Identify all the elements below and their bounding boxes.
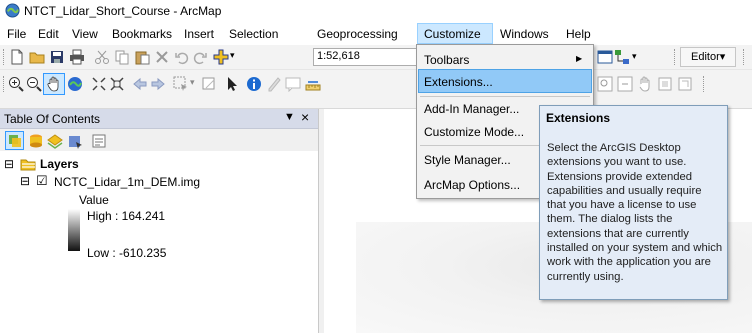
print-icon[interactable] — [69, 49, 85, 65]
zoom-in-icon[interactable] — [8, 76, 24, 92]
list-by-visibility-icon[interactable] — [47, 133, 63, 149]
select-features-icon[interactable] — [173, 76, 189, 92]
toc-close-button[interactable]: × — [301, 109, 309, 125]
menu-item-extensions[interactable]: Extensions... — [424, 75, 493, 89]
layout-zoom-100-icon[interactable] — [677, 76, 693, 92]
add-data-dropdown-icon[interactable]: ▾ — [230, 50, 235, 61]
toolbar-grip[interactable] — [3, 49, 6, 65]
toolbar-overflow-icon[interactable]: ▾ — [632, 51, 637, 62]
layers-group-label[interactable]: Layers — [40, 157, 79, 171]
menu-help[interactable]: Help — [566, 27, 591, 41]
save-icon[interactable] — [49, 49, 65, 65]
list-by-source-icon[interactable] — [28, 133, 44, 149]
forward-extent-icon[interactable] — [150, 76, 166, 92]
add-data-icon[interactable] — [213, 49, 229, 65]
layer-expander-icon[interactable]: ⊟ — [20, 174, 30, 188]
list-by-selection-icon[interactable] — [67, 133, 83, 149]
layer-name[interactable]: NCTC_Lidar_1m_DEM.img — [54, 175, 200, 189]
paste-icon[interactable] — [134, 49, 150, 65]
toolbar-grip[interactable] — [743, 49, 746, 65]
legend-low-label: Low : -610.235 — [87, 246, 167, 260]
select-elements-icon[interactable] — [225, 76, 241, 92]
tooltip-description: Select the ArcGIS Desktop extensions you… — [547, 142, 723, 283]
hyperlink-icon[interactable] — [266, 76, 282, 92]
menu-edit[interactable]: Edit — [38, 27, 59, 41]
menu-customize[interactable]: Customize — [424, 27, 481, 41]
layout-pan-icon[interactable] — [637, 76, 653, 92]
pan-hand-icon[interactable] — [46, 76, 62, 92]
redo-icon[interactable] — [192, 49, 208, 65]
toolbar-grip[interactable] — [674, 49, 677, 65]
clear-selection-icon[interactable] — [201, 76, 217, 92]
legend-high-label: High : 164.241 — [87, 209, 166, 223]
menu-selection[interactable]: Selection — [229, 27, 278, 41]
layout-whole-page-icon[interactable] — [657, 76, 673, 92]
toc-title: Table Of Contents — [4, 112, 101, 126]
identify-icon[interactable] — [246, 76, 262, 92]
copy-icon[interactable] — [114, 49, 130, 65]
undo-icon[interactable] — [174, 49, 190, 65]
new-document-icon[interactable] — [9, 49, 25, 65]
tooltip-title: Extensions — [546, 111, 611, 125]
map-scale-value: 1:52,618 — [317, 50, 360, 62]
layout-zoom-in-icon[interactable] — [597, 76, 613, 92]
menu-item-arcmap-options[interactable]: ArcMap Options... — [424, 178, 520, 192]
elevation-color-ramp — [68, 209, 80, 251]
open-folder-icon[interactable] — [29, 49, 45, 65]
legend-value-label: Value — [79, 193, 109, 207]
menu-file[interactable]: File — [7, 27, 26, 41]
menu-windows[interactable]: Windows — [500, 27, 549, 41]
menu-item-customize-mode[interactable]: Customize Mode... — [424, 125, 524, 139]
submenu-arrow-icon: ▶ — [576, 54, 583, 63]
arcmap-app-icon — [5, 3, 20, 18]
toolbar-grip[interactable] — [3, 76, 6, 92]
layers-expander-icon[interactable]: ⊟ — [4, 157, 14, 171]
menu-view[interactable]: View — [72, 27, 98, 41]
model-builder-icon[interactable] — [614, 49, 630, 65]
layout-zoom-out-icon[interactable] — [617, 76, 633, 92]
window-icon[interactable] — [597, 49, 613, 65]
menu-bookmarks[interactable]: Bookmarks — [112, 27, 172, 41]
back-extent-icon[interactable] — [132, 76, 148, 92]
menu-separator — [420, 96, 590, 97]
fixed-zoom-out-icon[interactable] — [109, 76, 125, 92]
list-by-drawing-order-icon — [9, 135, 21, 147]
fixed-zoom-in-icon[interactable] — [91, 76, 107, 92]
layers-folder-icon — [20, 159, 36, 171]
delete-icon[interactable] — [154, 49, 170, 65]
toc-options-icon[interactable] — [91, 133, 107, 149]
cut-icon[interactable] — [94, 49, 110, 65]
editor-label: Editor▾ — [691, 51, 726, 63]
menu-insert[interactable]: Insert — [184, 27, 214, 41]
measure-icon[interactable] — [305, 76, 321, 92]
menu-geoprocessing[interactable]: Geoprocessing — [317, 27, 398, 41]
zoom-out-icon[interactable] — [26, 76, 42, 92]
layer-visibility-checkbox[interactable]: ☑ — [36, 173, 48, 189]
toc-autohide-pin-icon[interactable]: ▼ — [284, 111, 295, 123]
select-dropdown-icon[interactable]: ▾ — [190, 77, 195, 88]
html-popup-icon[interactable] — [285, 76, 301, 92]
toolbar-grip[interactable] — [703, 76, 706, 92]
window-title: NTCT_Lidar_Short_Course - ArcMap — [24, 4, 222, 18]
menu-item-style-manager[interactable]: Style Manager... — [424, 153, 511, 167]
menu-item-toolbars[interactable]: Toolbars — [424, 53, 469, 67]
full-extent-icon[interactable] — [67, 76, 83, 92]
menu-item-addin-manager[interactable]: Add-In Manager... — [424, 102, 519, 116]
